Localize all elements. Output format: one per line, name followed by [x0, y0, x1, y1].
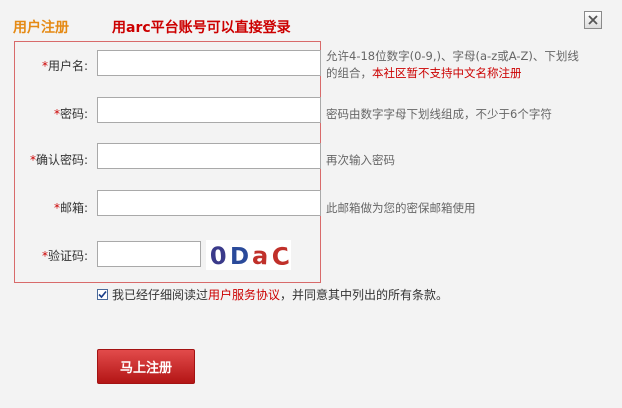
- captcha-image[interactable]: 0 D a C: [206, 240, 291, 272]
- checkmark-icon: [98, 290, 107, 299]
- confirm-password-hint: 再次输入密码: [326, 153, 395, 167]
- password-hint: 密码由数字字母下划线组成，不少于6个字符: [326, 107, 552, 121]
- captcha-label: *验证码:: [41, 249, 88, 263]
- email-hint: 此邮箱做为您的密保邮箱使用: [326, 201, 476, 215]
- agreement-text-before: 我已经仔细阅读过: [112, 288, 209, 302]
- agreement-text-after: ，并同意其中列出的所有条款。: [280, 288, 449, 302]
- arc-login-notice: 用arc平台账号可以直接登录: [112, 20, 291, 36]
- confirm-password-input[interactable]: [97, 143, 321, 169]
- password-input[interactable]: [97, 97, 321, 123]
- captcha-char: a: [251, 242, 269, 270]
- register-button[interactable]: 马上注册: [97, 349, 195, 384]
- captcha-char: C: [270, 242, 290, 270]
- service-agreement-link[interactable]: 用户服务协议: [208, 286, 280, 303]
- close-icon: [588, 15, 598, 25]
- agreement-row: 我已经仔细阅读过 用户服务协议 ，并同意其中列出的所有条款。: [97, 286, 448, 303]
- agreement-checkbox[interactable]: [97, 289, 108, 300]
- captcha-input[interactable]: [97, 241, 201, 267]
- close-button[interactable]: [584, 11, 602, 29]
- username-label: *用户名:: [41, 59, 88, 73]
- dialog-title: 用户注册: [13, 20, 69, 36]
- password-label: *密码:: [53, 107, 88, 121]
- email-input[interactable]: [97, 190, 321, 216]
- confirm-password-label: *确认密码:: [29, 153, 88, 167]
- captcha-graphic: 0 D a C: [209, 242, 291, 272]
- username-hint: 允许4-18位数字(0-9,)、字母(a-z或A-Z)、下划线的组合，本社区暂不…: [326, 49, 579, 80]
- register-dialog: 用户注册 用arc平台账号可以直接登录 *用户名: 允许4-18位数字(0-9,…: [0, 0, 622, 408]
- captcha-char: D: [230, 244, 249, 270]
- username-input[interactable]: [97, 50, 321, 76]
- captcha-char: 0: [209, 242, 228, 270]
- email-label: *邮箱:: [53, 201, 88, 215]
